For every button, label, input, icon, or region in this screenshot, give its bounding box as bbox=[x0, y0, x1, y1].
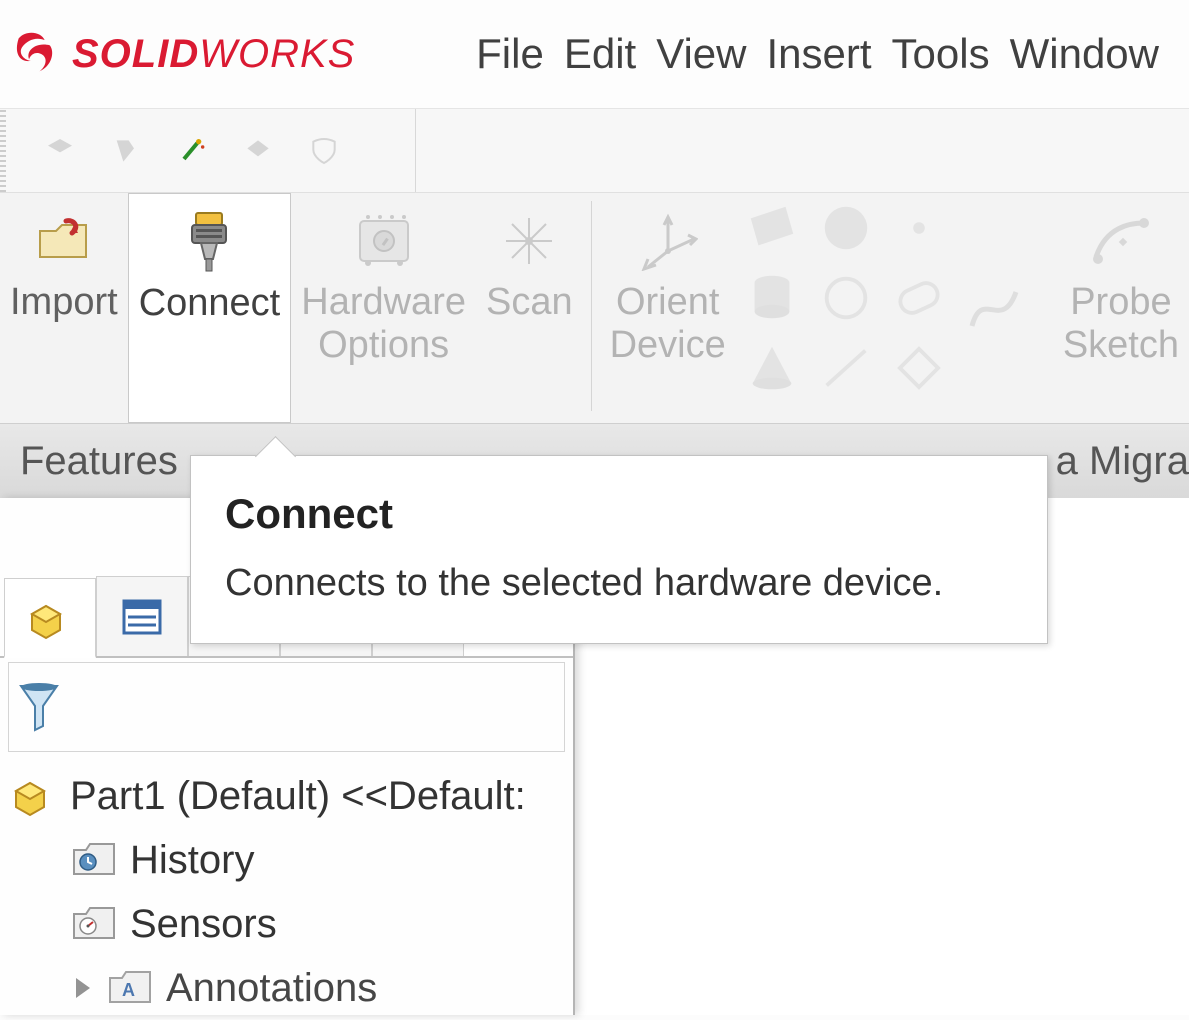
part-icon bbox=[12, 773, 58, 819]
quick-icon-4[interactable] bbox=[242, 135, 274, 167]
ribbon-connect-button[interactable]: Connect bbox=[128, 193, 292, 423]
feature-tree: Part1 (Default) <<Default: History Senso… bbox=[0, 752, 573, 1020]
main-menu: File Edit View Insert Tools Window bbox=[476, 30, 1189, 78]
shape-plane-icon[interactable] bbox=[743, 199, 801, 257]
menu-edit[interactable]: Edit bbox=[564, 30, 636, 78]
ribbon-probe-label-2: Sketch bbox=[1063, 324, 1179, 367]
orient-axes-icon bbox=[638, 211, 698, 271]
menu-window[interactable]: Window bbox=[1010, 30, 1159, 78]
shape-spline-icon[interactable] bbox=[964, 278, 1024, 338]
scan-spark-icon bbox=[502, 214, 556, 268]
ribbon-orient-device-button: Orient Device bbox=[600, 193, 736, 423]
shape-point-icon[interactable] bbox=[890, 199, 948, 257]
property-manager-icon bbox=[118, 593, 166, 641]
ribbon-import-label: Import bbox=[10, 281, 118, 324]
app-logo: SOLIDWORKS bbox=[10, 24, 355, 84]
tree-history-label: History bbox=[130, 828, 254, 892]
quick-icon-2[interactable] bbox=[110, 135, 142, 167]
filter-funnel-icon bbox=[17, 682, 61, 732]
tree-item-history[interactable]: History bbox=[12, 828, 569, 892]
quick-toolbar bbox=[0, 108, 1189, 193]
panel-tab-property-manager[interactable] bbox=[96, 576, 188, 656]
menu-view[interactable]: View bbox=[656, 30, 746, 78]
tree-annotations-label: Annotations bbox=[166, 956, 377, 1020]
shape-cylinder-icon[interactable] bbox=[743, 269, 801, 327]
toolbar-grip[interactable] bbox=[0, 109, 6, 192]
ribbon-probe-label-1: Probe bbox=[1070, 281, 1171, 324]
tooltip-body: Connects to the selected hardware device… bbox=[225, 562, 1013, 605]
ribbon-import-button[interactable]: Import bbox=[0, 193, 128, 423]
shape-cone-icon[interactable] bbox=[743, 339, 801, 397]
connect-tooltip: Connect Connects to the selected hardwar… bbox=[190, 455, 1048, 644]
ribbon-probe-sketch-button: Probe Sketch bbox=[1053, 193, 1189, 423]
probe-sketch-icon bbox=[1090, 213, 1152, 269]
sensors-folder-icon bbox=[72, 904, 118, 944]
tree-item-annotations[interactable]: A Annotations bbox=[12, 956, 569, 1020]
ribbon-scan-label: Scan bbox=[486, 281, 573, 324]
tree-item-sensors[interactable]: Sensors bbox=[12, 892, 569, 956]
title-bar: SOLIDWORKS File Edit View Insert Tools W… bbox=[0, 0, 1189, 108]
filter-bar[interactable] bbox=[8, 662, 565, 752]
tree-root-label: Part1 (Default) <<Default: bbox=[70, 764, 526, 828]
ribbon-primitive-shapes bbox=[736, 193, 956, 403]
tree-sensors-label: Sensors bbox=[130, 892, 277, 956]
tree-expander-icon[interactable] bbox=[76, 978, 90, 998]
quick-icon-wand[interactable] bbox=[176, 135, 208, 167]
connect-plug-icon bbox=[184, 211, 234, 273]
menu-insert[interactable]: Insert bbox=[767, 30, 872, 78]
shape-line-icon[interactable] bbox=[817, 339, 875, 397]
quick-icon-1[interactable] bbox=[44, 135, 76, 167]
panel-tab-feature-tree[interactable] bbox=[4, 578, 96, 658]
annotations-folder-icon: A bbox=[108, 968, 154, 1008]
history-folder-icon bbox=[72, 840, 118, 880]
svg-text:A: A bbox=[122, 980, 135, 1000]
shape-circle-icon[interactable] bbox=[817, 269, 875, 327]
shape-diamond-icon[interactable] bbox=[890, 339, 948, 397]
solidworks-logo-icon bbox=[10, 24, 62, 84]
tab-migration[interactable]: a Migra bbox=[1056, 439, 1189, 484]
shape-sphere-icon[interactable] bbox=[817, 199, 875, 257]
quick-icon-shield[interactable] bbox=[308, 135, 340, 167]
tooltip-title: Connect bbox=[225, 490, 1013, 538]
ribbon-hardware-label-2: Options bbox=[318, 324, 449, 367]
feature-tree-icon bbox=[26, 594, 74, 642]
import-folder-icon bbox=[36, 217, 92, 265]
app-name: SOLIDWORKS bbox=[72, 32, 355, 77]
ribbon-connect-label: Connect bbox=[139, 282, 281, 325]
ribbon-hardware-options-button: Hardware Options bbox=[291, 193, 476, 423]
menu-file[interactable]: File bbox=[476, 30, 544, 78]
tree-root-part[interactable]: Part1 (Default) <<Default: bbox=[12, 764, 569, 828]
shape-slot-icon[interactable] bbox=[890, 269, 948, 327]
ribbon-orient-label-2: Device bbox=[610, 324, 726, 367]
ribbon-toolbar: Import Connect Hardware Opt bbox=[0, 193, 1189, 423]
menu-tools[interactable]: Tools bbox=[892, 30, 990, 78]
hardware-chip-icon bbox=[352, 213, 416, 269]
ribbon-hardware-label-1: Hardware bbox=[301, 281, 466, 324]
ribbon-divider-1 bbox=[591, 201, 592, 411]
ribbon-orient-label-1: Orient bbox=[616, 281, 719, 324]
tab-features[interactable]: Features bbox=[20, 439, 178, 484]
ribbon-scan-button: Scan bbox=[476, 193, 583, 423]
